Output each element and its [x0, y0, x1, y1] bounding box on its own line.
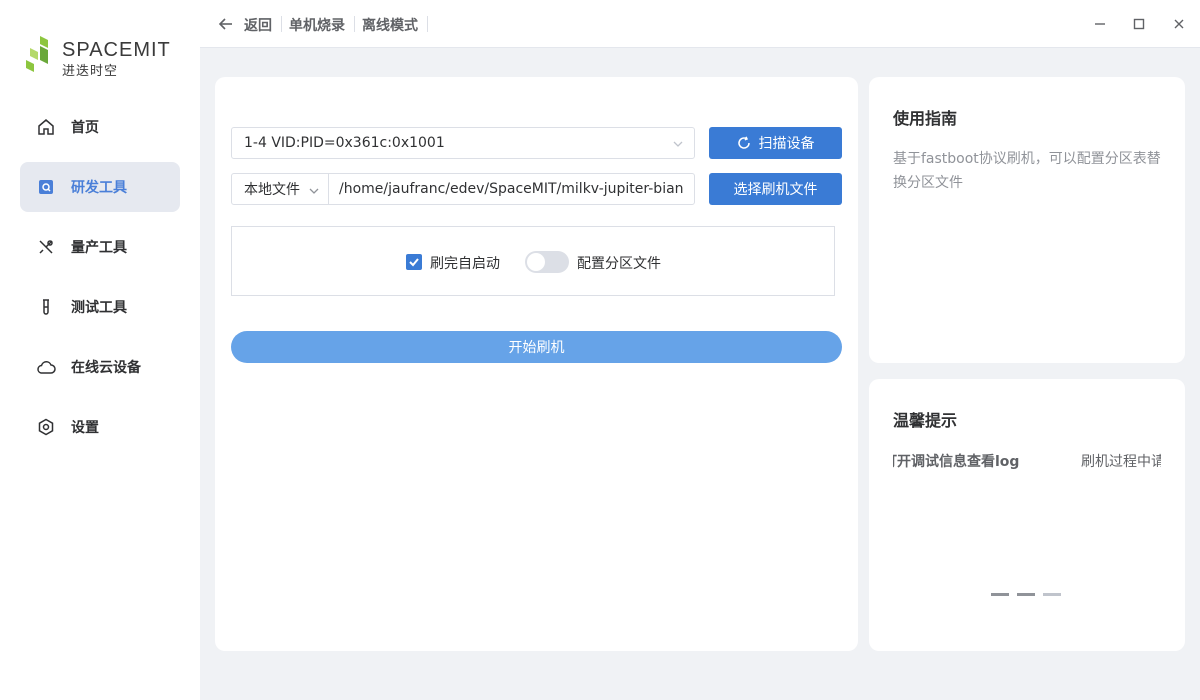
sidebar: SPACEMIT 进迭时空 首页 研发工具 量产工具 测试工具 在线云设备 设置	[0, 0, 200, 700]
auto-start-checkbox[interactable]	[406, 254, 422, 270]
toggle-knob	[527, 253, 545, 271]
tips-card: 温馨提示 打开调试信息查看log 刷机过程中请勿断开设备	[869, 379, 1185, 651]
breadcrumb-separator	[354, 16, 355, 32]
start-flash-button[interactable]: 开始刷机	[231, 331, 842, 363]
usage-guide-card: 使用指南 基于fastboot协议刷机，可以配置分区表替换分区文件	[869, 77, 1185, 363]
file-source-value: 本地文件	[244, 182, 300, 198]
brand-logo: SPACEMIT 进迭时空	[26, 36, 186, 79]
scan-devices-label: 扫描设备	[758, 136, 815, 152]
sidebar-item-cloud-devices[interactable]: 在线云设备	[20, 342, 180, 392]
back-button[interactable]: 返回	[244, 15, 272, 35]
tools-icon	[36, 237, 56, 257]
partition-config-toggle[interactable]	[525, 251, 569, 273]
sidebar-item-settings[interactable]: 设置	[20, 402, 180, 452]
cloud-icon	[36, 357, 56, 377]
dev-tool-icon	[36, 177, 56, 197]
carousel-dot[interactable]	[1017, 593, 1035, 596]
close-button[interactable]	[1169, 14, 1189, 34]
sidebar-item-production-tools[interactable]: 量产工具	[20, 222, 180, 272]
chevron-down-icon	[309, 188, 319, 194]
breadcrumb-separator	[281, 16, 282, 32]
spacemit-logo-icon	[26, 36, 48, 72]
sidebar-item-label: 首页	[71, 120, 99, 136]
carousel-indicators	[991, 593, 1061, 596]
sidebar-nav: 首页 研发工具 量产工具 测试工具 在线云设备 设置	[20, 102, 180, 462]
scan-devices-button[interactable]: 扫描设备	[709, 127, 842, 159]
sidebar-item-label: 量产工具	[71, 240, 127, 256]
back-arrow-icon[interactable]	[216, 14, 236, 34]
flash-panel: 1-4 VID:PID=0x361c:0x1001 扫描设备 本地文件 选择刷机…	[215, 77, 858, 651]
flash-options: 刷完自启动 配置分区文件	[231, 226, 835, 296]
sidebar-item-test-tools[interactable]: 测试工具	[20, 282, 180, 332]
chevron-down-icon	[673, 141, 683, 147]
brand-tagline: 进迭时空	[62, 64, 119, 79]
minimize-button[interactable]	[1090, 14, 1110, 34]
carousel-dot[interactable]	[1043, 593, 1061, 596]
choose-flash-file-button[interactable]: 选择刷机文件	[709, 173, 842, 205]
breadcrumb-separator	[427, 16, 428, 32]
minimize-icon	[1095, 23, 1105, 25]
auto-start-label: 刷完自启动	[430, 256, 500, 272]
carousel-dot[interactable]	[991, 593, 1009, 596]
maximize-button[interactable]	[1129, 14, 1149, 34]
sidebar-item-label: 测试工具	[71, 300, 127, 316]
home-icon	[36, 117, 56, 137]
tips-title: 温馨提示	[893, 411, 958, 430]
tips-carousel: 打开调试信息查看log 刷机过程中请勿断开设备	[893, 451, 1161, 475]
usage-guide-text: 基于fastboot协议刷机，可以配置分区表替换分区文件	[893, 151, 1161, 191]
breadcrumb-offline-mode[interactable]: 离线模式	[362, 15, 418, 35]
test-tube-icon	[36, 297, 56, 317]
file-source-select[interactable]: 本地文件	[231, 173, 329, 205]
brand-name: SPACEMIT	[62, 39, 171, 61]
sidebar-item-label: 研发工具	[71, 180, 127, 196]
breadcrumb-single-flash[interactable]: 单机烧录	[289, 15, 345, 35]
settings-icon	[36, 417, 56, 437]
tip-item: 打开调试信息查看log	[893, 454, 1020, 470]
device-select-value: 1-4 VID:PID=0x361c:0x1001	[244, 135, 445, 151]
firmware-path-input[interactable]	[328, 173, 695, 205]
checkmark-icon	[409, 258, 419, 267]
sidebar-item-label: 设置	[71, 420, 99, 436]
sidebar-item-home[interactable]: 首页	[20, 102, 180, 152]
sidebar-item-label: 在线云设备	[71, 360, 141, 376]
tip-item: 刷机过程中请勿断开设备	[1081, 454, 1161, 470]
usage-guide-title: 使用指南	[893, 109, 958, 128]
refresh-icon	[737, 136, 750, 149]
sidebar-item-dev-tools[interactable]: 研发工具	[20, 162, 180, 212]
partition-config-label: 配置分区文件	[577, 256, 661, 272]
close-icon	[1174, 19, 1184, 29]
device-select[interactable]: 1-4 VID:PID=0x361c:0x1001	[231, 127, 695, 159]
maximize-icon	[1133, 18, 1145, 30]
title-bar: 返回 单机烧录 离线模式	[200, 0, 1200, 48]
